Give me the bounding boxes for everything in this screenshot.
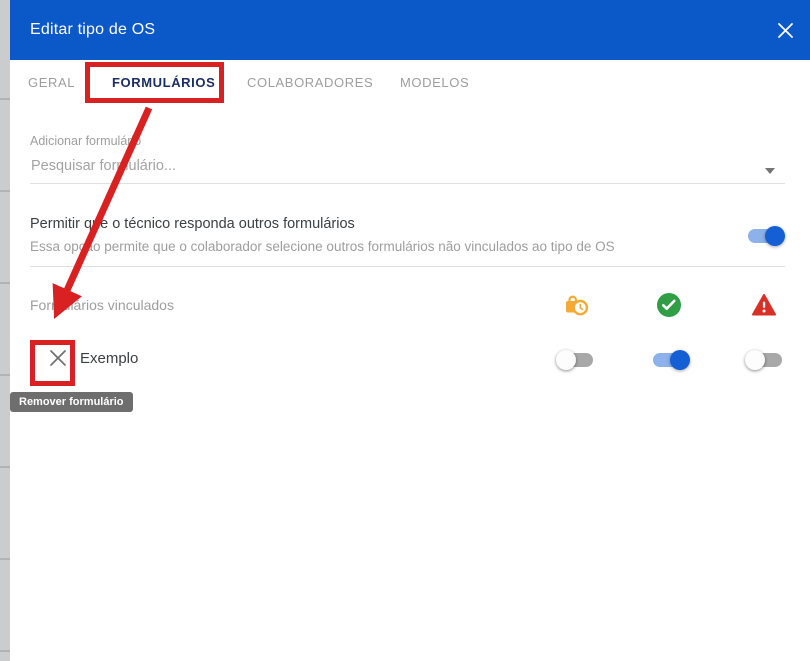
remove-form-icon: [47, 350, 69, 372]
close-button[interactable]: [777, 22, 794, 39]
tab-geral[interactable]: GERAL: [28, 60, 75, 106]
caret-down-icon[interactable]: [765, 168, 775, 174]
page: Editar tipo de OS GERAL FORMULÁRIOS COLA…: [0, 0, 810, 661]
toggle-knob: [670, 350, 690, 370]
section-divider: [30, 266, 785, 267]
tab-modelos[interactable]: MODELOS: [400, 60, 469, 106]
modal-header: Editar tipo de OS: [10, 0, 810, 60]
edit-os-type-modal: Editar tipo de OS GERAL FORMULÁRIOS COLA…: [10, 0, 810, 661]
close-icon: [777, 23, 794, 42]
allow-setting-description: Essa opção permite que o colaborador sel…: [30, 239, 615, 254]
linked-forms-section-label: Formulários vinculados: [30, 297, 174, 313]
remove-form-tooltip: Remover formulário: [10, 392, 133, 412]
row-warning-toggle[interactable]: [745, 350, 785, 370]
allow-setting-title: Permitir que o técnico responda outros f…: [30, 216, 355, 232]
row-pending-toggle[interactable]: [556, 350, 596, 370]
row-approved-toggle[interactable]: [650, 350, 690, 370]
input-underline: [30, 183, 785, 184]
pending-time-icon: [563, 292, 589, 318]
toggle-knob: [745, 350, 765, 370]
toggle-knob: [765, 226, 785, 246]
modal-title: Editar tipo de OS: [30, 21, 156, 38]
add-form-label: Adicionar formulário: [30, 134, 142, 148]
warning-icon: [751, 292, 777, 318]
tab-formularios[interactable]: FORMULÁRIOS: [112, 60, 215, 106]
remove-form-button[interactable]: [46, 347, 70, 371]
search-form-input[interactable]: Pesquisar formulário...: [31, 158, 176, 174]
tab-colaboradores[interactable]: COLABORADORES: [247, 60, 373, 106]
form-row-name: Exemplo: [80, 350, 139, 367]
toggle-knob: [556, 350, 576, 370]
approved-check-icon: [656, 292, 682, 318]
allow-setting-toggle[interactable]: [745, 226, 785, 246]
tab-bar: GERAL FORMULÁRIOS COLABORADORES MODELOS: [10, 60, 810, 106]
